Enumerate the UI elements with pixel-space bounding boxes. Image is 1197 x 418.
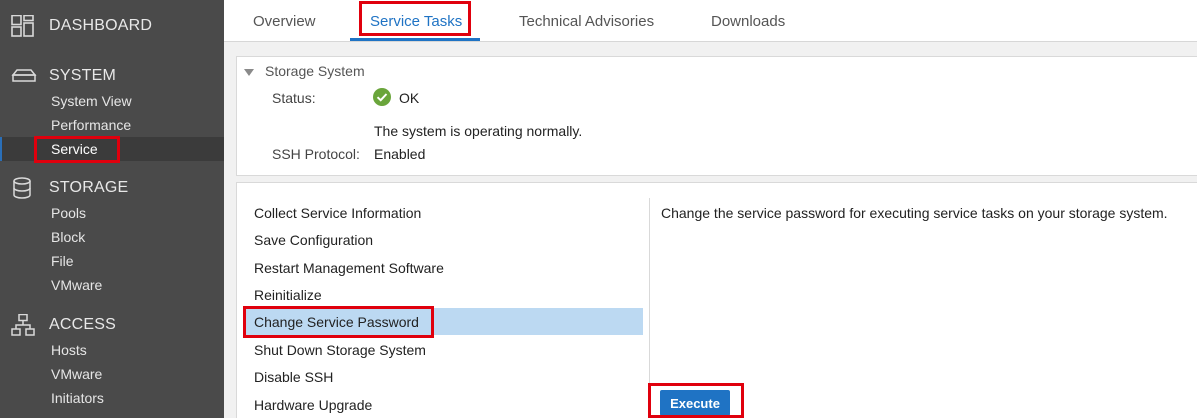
sidebar-section-label: ACCESS: [49, 316, 116, 333]
tab-technical-advisories[interactable]: Technical Advisories: [519, 0, 654, 42]
sidebar-item-label: File: [51, 253, 74, 269]
sidebar-item-label: Hosts: [51, 342, 87, 358]
tab-service-tasks[interactable]: Service Tasks: [370, 0, 462, 42]
sidebar-item-pools[interactable]: Pools: [0, 201, 224, 225]
panel-title: Storage System: [265, 63, 365, 79]
tab-downloads[interactable]: Downloads: [711, 0, 785, 42]
execute-button[interactable]: Execute: [660, 390, 730, 416]
sidebar-item-label: VMware: [51, 366, 103, 382]
list-item-label: Reinitialize: [254, 286, 322, 303]
sidebar-item-system-view[interactable]: System View: [0, 89, 224, 113]
sidebar-item-hosts[interactable]: Hosts: [0, 338, 224, 362]
sidebar-item-initiators[interactable]: Initiators: [0, 386, 224, 410]
ssh-protocol-value: Enabled: [374, 146, 426, 162]
sidebar-item-vmware-access[interactable]: VMware: [0, 362, 224, 386]
tab-overview[interactable]: Overview: [253, 0, 316, 42]
sidebar-section-label: STORAGE: [49, 179, 129, 196]
task-disable-ssh[interactable]: Disable SSH: [244, 363, 643, 390]
task-collect-service-information[interactable]: Collect Service Information: [244, 199, 643, 226]
task-hardware-upgrade[interactable]: Hardware Upgrade: [244, 391, 643, 418]
sidebar-section-storage[interactable]: STORAGE: [0, 174, 224, 202]
status-value: OK: [399, 90, 420, 106]
sidebar-item-block[interactable]: Block: [0, 225, 224, 249]
database-icon: [13, 177, 31, 199]
active-tab-indicator: [350, 38, 480, 41]
list-item-label: Change Service Password: [254, 313, 419, 330]
sidebar-item-service[interactable]: Service: [0, 137, 224, 161]
sidebar-item-label: Block: [51, 229, 86, 245]
collapse-triangle-icon[interactable]: [244, 69, 254, 76]
sidebar-item-label: Service: [51, 141, 98, 157]
status-label: Status:: [272, 90, 316, 106]
sidebar-item-label: Initiators: [51, 390, 104, 406]
list-item-label: Save Configuration: [254, 231, 374, 248]
storage-system-panel: Storage System Status: OK The system is …: [236, 56, 1197, 176]
sidebar-item-file[interactable]: File: [0, 249, 224, 273]
network-icon: [11, 314, 35, 336]
sidebar-section-access[interactable]: ACCESS: [0, 311, 224, 339]
task-change-service-password[interactable]: Change Service Password: [244, 308, 643, 335]
sidebar-item-label: System View: [51, 93, 132, 109]
server-icon: [11, 69, 37, 82]
task-reinitialize[interactable]: Reinitialize: [244, 281, 643, 308]
task-save-configuration[interactable]: Save Configuration: [244, 226, 643, 253]
sidebar-item-vmware-storage[interactable]: VMware: [0, 273, 224, 297]
sidebar-section-label: SYSTEM: [49, 67, 116, 84]
sidebar-item-label: Performance: [51, 117, 132, 133]
status-description: The system is operating normally.: [374, 123, 583, 139]
sidebar-section-dashboard[interactable]: DASHBOARD: [0, 12, 224, 40]
task-restart-management-software[interactable]: Restart Management Software: [244, 254, 643, 281]
dashboard-icon: [11, 15, 34, 37]
panel-divider: [649, 198, 650, 418]
sidebar: DASHBOARD SYSTEM System View Performance…: [0, 0, 224, 418]
list-item-label: Collect Service Information: [254, 204, 422, 221]
list-item-label: Hardware Upgrade: [254, 396, 373, 413]
list-item-label: Shut Down Storage System: [254, 341, 426, 358]
task-shut-down-storage-system[interactable]: Shut Down Storage System: [244, 336, 643, 363]
sidebar-item-performance[interactable]: Performance: [0, 113, 224, 137]
sidebar-section-system[interactable]: SYSTEM: [0, 62, 224, 90]
sidebar-item-label: Pools: [51, 205, 87, 221]
ssh-protocol-label: SSH Protocol:: [272, 146, 360, 162]
service-task-list: Collect Service Information Save Configu…: [244, 198, 643, 418]
sidebar-item-label: VMware: [51, 277, 103, 293]
list-item-label: Restart Management Software: [254, 259, 444, 276]
sidebar-section-label: DASHBOARD: [49, 17, 153, 34]
check-circle-icon: [373, 88, 391, 106]
list-item-label: Disable SSH: [254, 368, 334, 385]
task-description: Change the service password for executin…: [661, 205, 1168, 221]
